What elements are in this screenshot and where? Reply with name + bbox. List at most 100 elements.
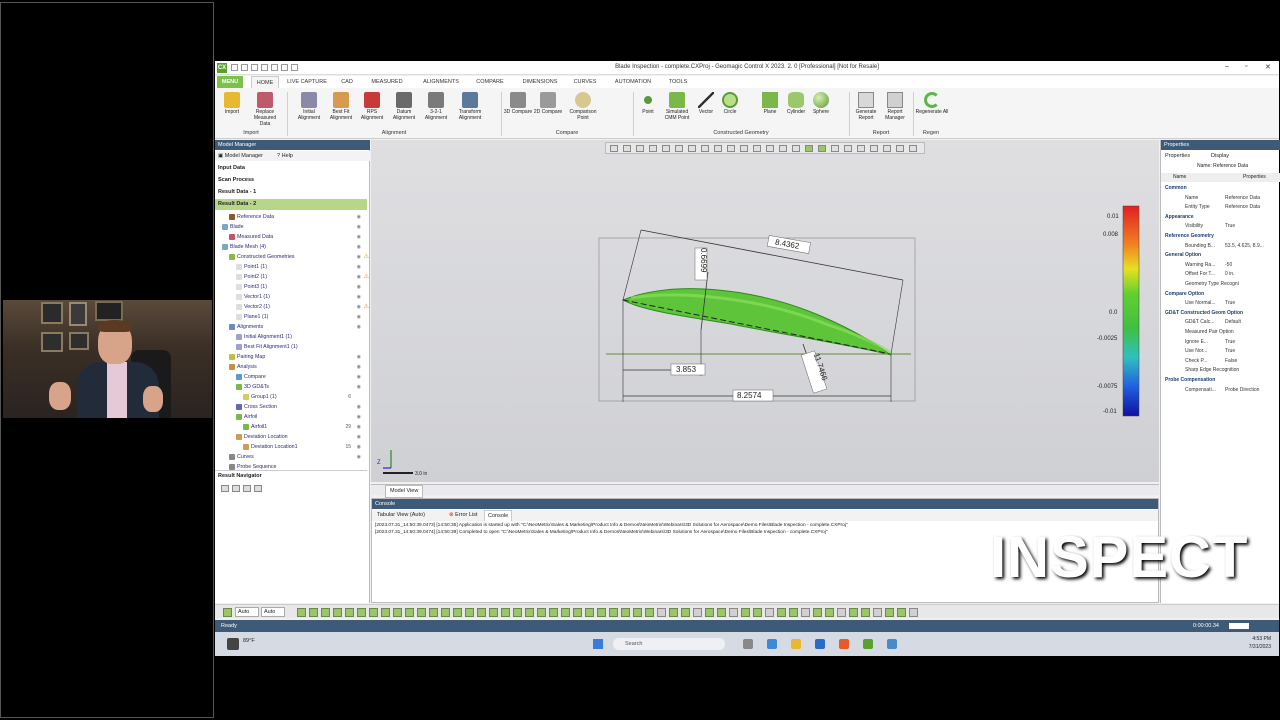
- toolbar-tool-icon[interactable]: [873, 608, 882, 617]
- property-row[interactable]: Bounding B... 53.5, 4.625, 8.9...: [1161, 242, 1280, 252]
- property-row[interactable]: Entity Type Reference Data: [1161, 203, 1280, 213]
- tab-tools[interactable]: TOOLS: [665, 76, 691, 88]
- visibility-eye-icon[interactable]: ◉: [357, 422, 361, 432]
- initial-alignment-button[interactable]: Initial Alignment: [293, 90, 325, 130]
- toolbar-tool-icon[interactable]: [501, 608, 510, 617]
- tree-item[interactable]: 3D GD&Ts ◉: [215, 382, 367, 392]
- visibility-eye-icon[interactable]: ◉: [357, 242, 361, 252]
- toolbar-tool-icon[interactable]: [801, 608, 810, 617]
- tab-console[interactable]: Console: [484, 510, 513, 521]
- tab-cad[interactable]: CAD: [337, 76, 357, 88]
- dim-0-6699[interactable]: 0.6699: [699, 248, 708, 273]
- toolbar-tool-icon[interactable]: [417, 608, 426, 617]
- toolbar-tool-icon[interactable]: [837, 608, 846, 617]
- tree-item[interactable]: Point3 (1) ◉: [215, 282, 367, 292]
- toolbar-tool-icon[interactable]: [753, 608, 762, 617]
- toolbar-tool-icon[interactable]: [465, 608, 474, 617]
- taskbar-app-icon-2[interactable]: [887, 639, 897, 649]
- toolbar-tool-icon[interactable]: [645, 608, 654, 617]
- control-x-icon[interactable]: [863, 639, 873, 649]
- tab-dimensions[interactable]: DIMENSIONS: [517, 76, 563, 88]
- toolbar-tool-icon[interactable]: [825, 608, 834, 617]
- tree-item[interactable]: Plane1 (1) ◉: [215, 312, 367, 322]
- windows-start-icon[interactable]: [593, 639, 603, 649]
- simulated-cmm-point-button[interactable]: Simulated CMM Point: [661, 90, 693, 130]
- nav-icon-3[interactable]: [243, 485, 251, 492]
- toolbar-tool-icon[interactable]: [297, 608, 306, 617]
- tree-item[interactable]: Deviation Location1 ◉ 15: [215, 442, 367, 452]
- toolbar-tool-icon[interactable]: [861, 608, 870, 617]
- 2d-compare-button[interactable]: 2D Compare: [533, 90, 563, 130]
- toolbar-tool-icon[interactable]: [765, 608, 774, 617]
- tab-model-view[interactable]: Model View: [385, 485, 424, 498]
- section-result-data-1[interactable]: Result Data - 1: [215, 187, 367, 198]
- tree-item[interactable]: Point2 (1) ◉ ⚠: [215, 272, 369, 282]
- tab-model-manager[interactable]: ▣ Model Manager: [218, 151, 263, 161]
- toolbar-tool-icon[interactable]: [885, 608, 894, 617]
- dim-3-853[interactable]: 3.853: [676, 365, 697, 374]
- toolbar-tool-icon[interactable]: [789, 608, 798, 617]
- dim-8-2574[interactable]: 8.2574: [737, 391, 762, 400]
- nav-icon-1[interactable]: [221, 485, 229, 492]
- rps-alignment-button[interactable]: RPS Alignment: [357, 90, 387, 130]
- toolbar-tool-icon[interactable]: [441, 608, 450, 617]
- tree-item[interactable]: Measured Data ◉: [215, 232, 367, 242]
- property-category[interactable]: Probe Compensation: [1161, 376, 1280, 386]
- visibility-eye-icon[interactable]: ◉: [357, 302, 361, 312]
- nav-icon-2[interactable]: [232, 485, 240, 492]
- property-category[interactable]: General Option: [1161, 251, 1280, 261]
- tree-item[interactable]: Compare ◉: [215, 372, 367, 382]
- property-value[interactable]: True: [1225, 222, 1235, 232]
- tab-alignments[interactable]: ALIGNMENTS: [417, 76, 465, 88]
- property-value[interactable]: 53.5, 4.625, 8.9...: [1225, 242, 1264, 252]
- toolbar-tool-icon[interactable]: [849, 608, 858, 617]
- folder-icon[interactable]: [791, 639, 801, 649]
- replace-measured-data-button[interactable]: Replace Measured Data: [249, 90, 281, 130]
- tab-live-capture[interactable]: LIVE CAPTURE: [285, 76, 329, 88]
- tab-compare[interactable]: COMPARE: [471, 76, 509, 88]
- visibility-eye-icon[interactable]: ◉: [357, 292, 361, 302]
- visibility-eye-icon[interactable]: ◉: [357, 312, 361, 322]
- property-category[interactable]: Common: [1161, 184, 1280, 194]
- visibility-eye-icon[interactable]: ◉: [357, 352, 361, 362]
- toolbar-tool-icon[interactable]: [381, 608, 390, 617]
- property-value[interactable]: True: [1225, 338, 1235, 348]
- nav-icon-4[interactable]: [254, 485, 262, 492]
- toolbar-tool-icon[interactable]: [633, 608, 642, 617]
- property-value[interactable]: 0 in.: [1225, 270, 1234, 280]
- property-category[interactable]: GD&T Constructed Geom Option: [1161, 309, 1280, 319]
- toolbar-tool-icon[interactable]: [585, 608, 594, 617]
- tree-item[interactable]: Pairing Map ◉: [215, 352, 367, 362]
- maximize-icon[interactable]: ▫: [1245, 63, 1247, 70]
- visibility-eye-icon[interactable]: ◉: [357, 442, 361, 452]
- property-value[interactable]: Probe Direction: [1225, 386, 1259, 396]
- property-row[interactable]: GD&T Calc... Default: [1161, 318, 1280, 328]
- property-value[interactable]: True: [1225, 299, 1235, 309]
- toolbar-tool-icon[interactable]: [309, 608, 318, 617]
- tab-automation[interactable]: AUTOMATION: [609, 76, 657, 88]
- toolbar-tool-icon[interactable]: [717, 608, 726, 617]
- visibility-eye-icon[interactable]: ◉: [357, 382, 361, 392]
- cylinder-button[interactable]: Cylinder: [782, 90, 810, 130]
- tree-item[interactable]: Vector2 (1) ◉ ⚠: [215, 302, 369, 312]
- visibility-eye-icon[interactable]: ◉: [357, 452, 361, 462]
- property-row[interactable]: Warning Ra... -50: [1161, 261, 1280, 271]
- visibility-eye-icon[interactable]: ◉: [357, 212, 361, 222]
- toolbar-tool-icon[interactable]: [429, 608, 438, 617]
- toolbar-tool-icon[interactable]: [609, 608, 618, 617]
- toolbar-tool-icon[interactable]: [453, 608, 462, 617]
- tree-item[interactable]: Cross Section ◉: [215, 402, 367, 412]
- toolbar-tool-icon[interactable]: [549, 608, 558, 617]
- toolbar-tool-icon[interactable]: [909, 608, 918, 617]
- tab-properties[interactable]: Properties: [1165, 151, 1190, 161]
- property-row[interactable]: Use Normal... True: [1161, 299, 1280, 309]
- toolbar-tool-icon[interactable]: [513, 608, 522, 617]
- visibility-eye-icon[interactable]: ◉: [357, 272, 361, 282]
- toolbar-tool-icon[interactable]: [369, 608, 378, 617]
- auto-select-2[interactable]: Auto: [261, 607, 285, 617]
- model-viewport[interactable]: 8.4362 0.6699 3.853 11.7466 8.2574 0.01 …: [371, 140, 1159, 482]
- 3d-compare-button[interactable]: 3D Compare: [503, 90, 533, 130]
- comparison-point-button[interactable]: Comparison Point: [565, 90, 601, 130]
- tree-item[interactable]: Blade ◉: [215, 222, 367, 232]
- task-view-icon[interactable]: [743, 639, 753, 649]
